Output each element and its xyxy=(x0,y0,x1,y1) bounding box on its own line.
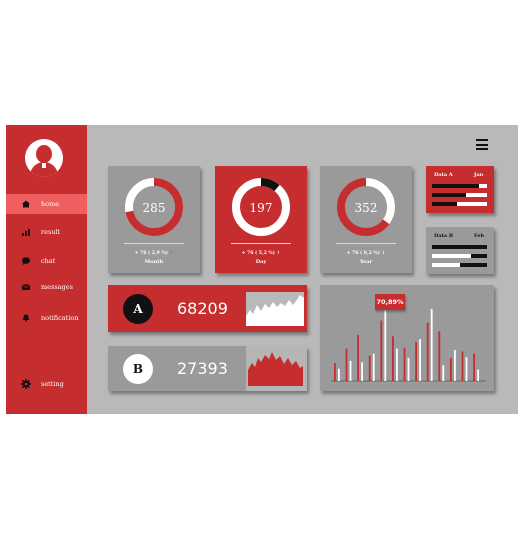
data-bar xyxy=(432,202,457,206)
avatar[interactable] xyxy=(25,139,63,177)
mini-card-month: Jan xyxy=(474,172,484,178)
gear-icon xyxy=(21,379,31,389)
sidebar-item-notification[interactable]: notification xyxy=(6,308,87,328)
kpi-value: 197 xyxy=(249,201,273,215)
sidebar-item-label: result xyxy=(41,228,61,236)
bar-red xyxy=(334,363,336,381)
bar-red xyxy=(415,342,417,381)
kpi-change: + 76 ( 8,2 %) ↓ xyxy=(346,251,386,256)
trend-arrow-icon: ↑ xyxy=(169,251,174,256)
divider xyxy=(124,243,184,244)
data-bar xyxy=(432,193,467,197)
badge-b: B xyxy=(123,354,153,384)
bar-red xyxy=(368,355,371,381)
data-bar xyxy=(432,245,479,249)
kpi-value: 285 xyxy=(142,201,166,215)
summary-value: 68209 xyxy=(177,299,228,318)
sidebar-item-label: messages xyxy=(41,283,73,291)
sidebar-item-label: setting xyxy=(41,380,64,388)
badge-a: A xyxy=(123,294,153,324)
kpi-value: 352 xyxy=(354,201,378,215)
trend-arrow-icon: ↑ xyxy=(276,251,281,256)
menu-icon[interactable] xyxy=(476,139,488,150)
bar-white xyxy=(477,369,479,381)
bar-red xyxy=(426,322,429,381)
trend-arrow-icon: ↓ xyxy=(381,251,386,256)
sidebar-item-home[interactable]: home xyxy=(6,194,87,214)
mini-card-month: Feb xyxy=(474,233,484,239)
bar-red xyxy=(380,320,383,381)
bar-red xyxy=(473,353,475,381)
sidebar-item-messages[interactable]: messages xyxy=(6,277,87,297)
kpi-change: + 76 ( 5,2 %) ↑ xyxy=(241,251,281,256)
bar-white xyxy=(338,368,340,381)
sidebar: home result chat messages notification s… xyxy=(6,125,87,414)
sidebar-item-result[interactable]: result xyxy=(6,222,87,242)
summary-value: 27393 xyxy=(177,359,228,378)
bar-white xyxy=(396,348,398,381)
mini-card-title: Data B xyxy=(434,233,454,239)
kpi-period: Year xyxy=(359,259,373,265)
sparkline xyxy=(246,346,307,391)
bar-white xyxy=(407,357,410,381)
summary-card-a: A 68209 xyxy=(108,285,307,332)
bar-white xyxy=(349,360,352,381)
sparkline xyxy=(246,292,304,326)
bar-red xyxy=(461,351,464,381)
mini-card-data-a: Data A Jan xyxy=(426,166,494,213)
data-bar xyxy=(432,263,460,267)
kpi-change: + 76 ( 2,9 %) ↑ xyxy=(134,251,174,256)
bar-red xyxy=(357,334,359,381)
bar-chart-icon xyxy=(22,229,30,236)
bar-white xyxy=(454,350,456,381)
sidebar-item-chat[interactable]: chat xyxy=(6,251,87,271)
bar-red xyxy=(438,331,441,381)
data-bar xyxy=(432,184,479,188)
bar-white xyxy=(442,365,445,381)
mini-card-data-b: Data B Feb xyxy=(426,227,494,274)
bar-white xyxy=(361,362,363,381)
bar-red xyxy=(345,348,348,381)
divider xyxy=(336,243,396,244)
dashboard-frame: home result chat messages notification s… xyxy=(6,125,518,414)
bar-red xyxy=(392,336,394,381)
kpi-card-month: 285 + 76 ( 2,9 %) ↑ Month xyxy=(108,166,200,273)
bar-white xyxy=(372,353,375,381)
bell-icon xyxy=(22,314,30,322)
envelope-icon xyxy=(22,284,30,290)
sidebar-item-setting[interactable]: setting xyxy=(6,374,87,394)
sidebar-item-label: chat xyxy=(41,257,56,265)
data-bar xyxy=(432,254,471,258)
chart-tooltip: 70,89% xyxy=(375,294,405,310)
bar-white xyxy=(384,310,387,381)
kpi-card-year: 352 + 76 ( 8,2 %) ↓ Year xyxy=(320,166,412,273)
chat-bubble-icon xyxy=(22,257,30,265)
bar-white xyxy=(465,357,468,381)
kpi-card-day: 197 + 76 ( 5,2 %) ↑ Day xyxy=(215,166,307,273)
bar-white xyxy=(430,309,433,381)
bar-red xyxy=(450,357,452,381)
sidebar-item-label: notification xyxy=(41,314,79,322)
home-icon xyxy=(22,200,30,208)
divider xyxy=(231,243,291,244)
bar-chart-card xyxy=(320,285,494,391)
bar-white xyxy=(419,339,421,381)
mini-card-title: Data A xyxy=(434,172,453,178)
summary-card-b: B 27393 xyxy=(108,346,307,391)
kpi-period: Day xyxy=(255,259,267,265)
bar-red xyxy=(403,347,406,381)
kpi-period: Month xyxy=(144,259,164,265)
sidebar-item-label: home xyxy=(41,200,60,208)
bar-chart xyxy=(331,309,486,382)
